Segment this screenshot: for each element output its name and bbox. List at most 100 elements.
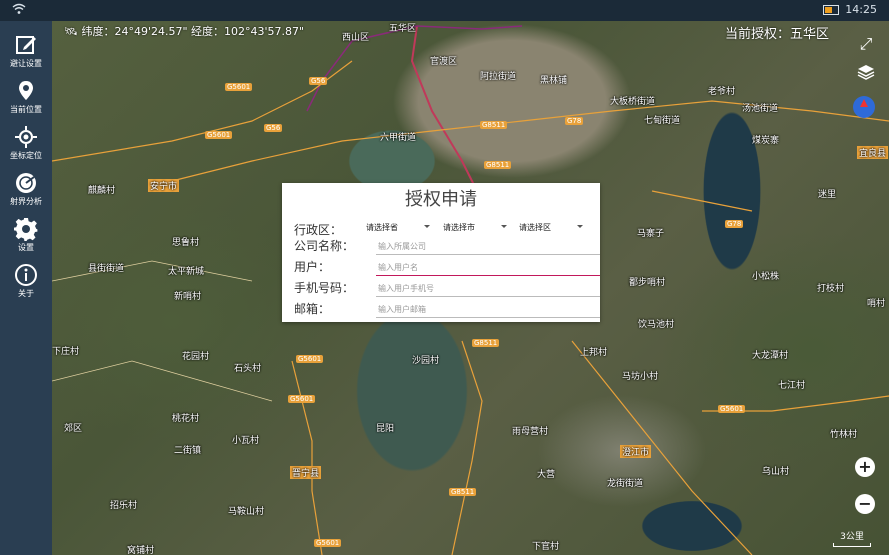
zoom-in-button[interactable]: + bbox=[855, 457, 875, 477]
map-label: 马鞍山村 bbox=[228, 507, 265, 517]
crosshair-icon bbox=[14, 125, 38, 149]
fullscreen-icon[interactable]: ⤢ bbox=[855, 33, 877, 55]
email-row: 邮箱： bbox=[294, 298, 600, 318]
road-badge: G5601 bbox=[314, 539, 342, 547]
email-label: 邮箱： bbox=[294, 302, 331, 316]
map-label: 龙街街道 bbox=[607, 479, 644, 489]
road-badge: G5601 bbox=[296, 355, 324, 363]
radar-icon bbox=[14, 171, 38, 195]
map-label: 太平新城 bbox=[168, 267, 205, 277]
map-label: 昆阳 bbox=[376, 424, 395, 434]
road-badge: G78 bbox=[565, 117, 584, 125]
road-badge: G8511 bbox=[472, 339, 500, 347]
map-label: 马坊小村 bbox=[622, 372, 659, 382]
road-badge: G8511 bbox=[484, 161, 512, 169]
map-label: 汤池街道 bbox=[742, 104, 779, 114]
map-scale: 3公里 bbox=[833, 529, 871, 547]
chevron-down-icon bbox=[577, 225, 583, 228]
phone-input[interactable] bbox=[376, 280, 600, 297]
map-label: 二街镇 bbox=[174, 446, 202, 456]
map-label: 雨母营村 bbox=[512, 427, 549, 437]
layers-icon[interactable] bbox=[855, 63, 877, 85]
sidebar-item-avoid-settings[interactable]: 避让设置 bbox=[0, 33, 52, 69]
district-select[interactable]: 请选择区 bbox=[519, 222, 585, 234]
user-label: 用户： bbox=[294, 260, 331, 274]
map-label: 小瓦村 bbox=[232, 436, 260, 446]
coordinates-readout: 🛰 纬度：24°49'24.57" 经度：102°43'57.87" bbox=[64, 25, 305, 38]
map-label: 官渡区 bbox=[430, 57, 458, 67]
authorization-dialog: 授权申请 行政区： 请选择省 请选择市 请选择区 公司名称： 用户： 手机号码：… bbox=[282, 183, 600, 322]
map-label: 大龙潭村 bbox=[752, 351, 789, 361]
sidebar-item-label: 设置 bbox=[18, 243, 34, 252]
current-authorization: 当前授权：五华区 bbox=[724, 27, 829, 42]
battery-icon bbox=[823, 4, 840, 15]
info-icon bbox=[14, 263, 38, 287]
map-label: 花园村 bbox=[182, 352, 210, 362]
map-label: 鄱步哨村 bbox=[629, 278, 666, 288]
map-label: 哨村 bbox=[867, 299, 886, 309]
map-label: 竹林村 bbox=[830, 430, 858, 440]
sidebar-item-label: 坐标定位 bbox=[10, 151, 42, 160]
road-badge: G78 bbox=[725, 220, 744, 228]
map-label: 饮马池村 bbox=[638, 320, 675, 330]
map-label: 郊区 bbox=[64, 424, 83, 434]
map-label: 下官村 bbox=[532, 542, 560, 552]
road-badge: G5601 bbox=[288, 395, 316, 403]
map-label: 澄江市 bbox=[620, 445, 652, 458]
sidebar-item-current-location[interactable]: 当前位置 bbox=[0, 79, 52, 115]
map-label: 安宁市 bbox=[148, 179, 180, 192]
company-input[interactable] bbox=[376, 238, 600, 255]
sidebar-item-label: 关于 bbox=[18, 289, 34, 298]
phone-label: 手机号码： bbox=[294, 281, 355, 295]
map-label: 晋宁县 bbox=[290, 466, 322, 479]
road-badge: G8511 bbox=[480, 121, 508, 129]
map-label: 马寨子 bbox=[637, 229, 665, 239]
map-label: 上邦村 bbox=[580, 348, 608, 358]
email-input[interactable] bbox=[376, 301, 600, 318]
road-badge: G56 bbox=[264, 124, 283, 132]
map-label: 窝铺村 bbox=[127, 546, 155, 555]
map-label: 麒麟村 bbox=[88, 186, 116, 196]
map-label: 小松株 bbox=[752, 272, 780, 282]
map-label: 黑林铺 bbox=[540, 76, 568, 86]
phone-row: 手机号码： bbox=[294, 277, 600, 297]
map-label: 石头村 bbox=[234, 364, 262, 374]
map-label: 大板桥街道 bbox=[610, 97, 656, 107]
edit-icon bbox=[14, 33, 38, 57]
map-label: 七江村 bbox=[778, 381, 806, 391]
company-row: 公司名称： bbox=[294, 235, 600, 255]
road-badge: G5601 bbox=[205, 131, 233, 139]
map-label: 大营 bbox=[537, 470, 556, 480]
username-input[interactable] bbox=[376, 259, 600, 276]
sidebar-item-range-analysis[interactable]: 射界分析 bbox=[0, 171, 52, 207]
map-label: 打枝村 bbox=[817, 284, 845, 294]
map-label: 沙园村 bbox=[412, 356, 440, 366]
zoom-out-button[interactable]: − bbox=[855, 494, 875, 514]
map-label: 西山区 bbox=[342, 33, 370, 43]
clock: 14:25 bbox=[845, 3, 877, 16]
map-label: 新哨村 bbox=[174, 292, 202, 302]
road-badge: G5601 bbox=[718, 405, 746, 413]
map-label: 思鲁村 bbox=[172, 238, 200, 248]
map-label: 迷里 bbox=[818, 190, 837, 200]
scale-bar bbox=[833, 543, 871, 547]
map-label: 老爷村 bbox=[708, 87, 736, 97]
map-label: 桃花村 bbox=[172, 414, 200, 424]
company-label: 公司名称： bbox=[294, 239, 355, 253]
sidebar-item-label: 射界分析 bbox=[10, 197, 42, 206]
sidebar-item-coordinate-locate[interactable]: 坐标定位 bbox=[0, 125, 52, 161]
road-badge: G56 bbox=[309, 77, 328, 85]
map-label: 七甸街道 bbox=[644, 116, 681, 126]
status-bar: 14:25 bbox=[0, 0, 889, 21]
map-label: 县街街道 bbox=[88, 264, 125, 274]
sidebar-item-settings[interactable]: 设置 bbox=[0, 217, 52, 253]
city-select[interactable]: 请选择市 bbox=[443, 222, 509, 234]
compass-icon[interactable] bbox=[853, 96, 875, 118]
dialog-title: 授权申请 bbox=[405, 189, 477, 210]
province-select[interactable]: 请选择省 bbox=[366, 222, 432, 234]
map-label: 六甲街道 bbox=[380, 133, 417, 143]
sidebar-item-about[interactable]: 关于 bbox=[0, 263, 52, 299]
sidebar: 避让设置 当前位置 坐标定位 射界分析 设置 关于 bbox=[0, 21, 52, 555]
sidebar-item-label: 当前位置 bbox=[10, 105, 42, 114]
map-label: 下庄村 bbox=[52, 347, 80, 357]
